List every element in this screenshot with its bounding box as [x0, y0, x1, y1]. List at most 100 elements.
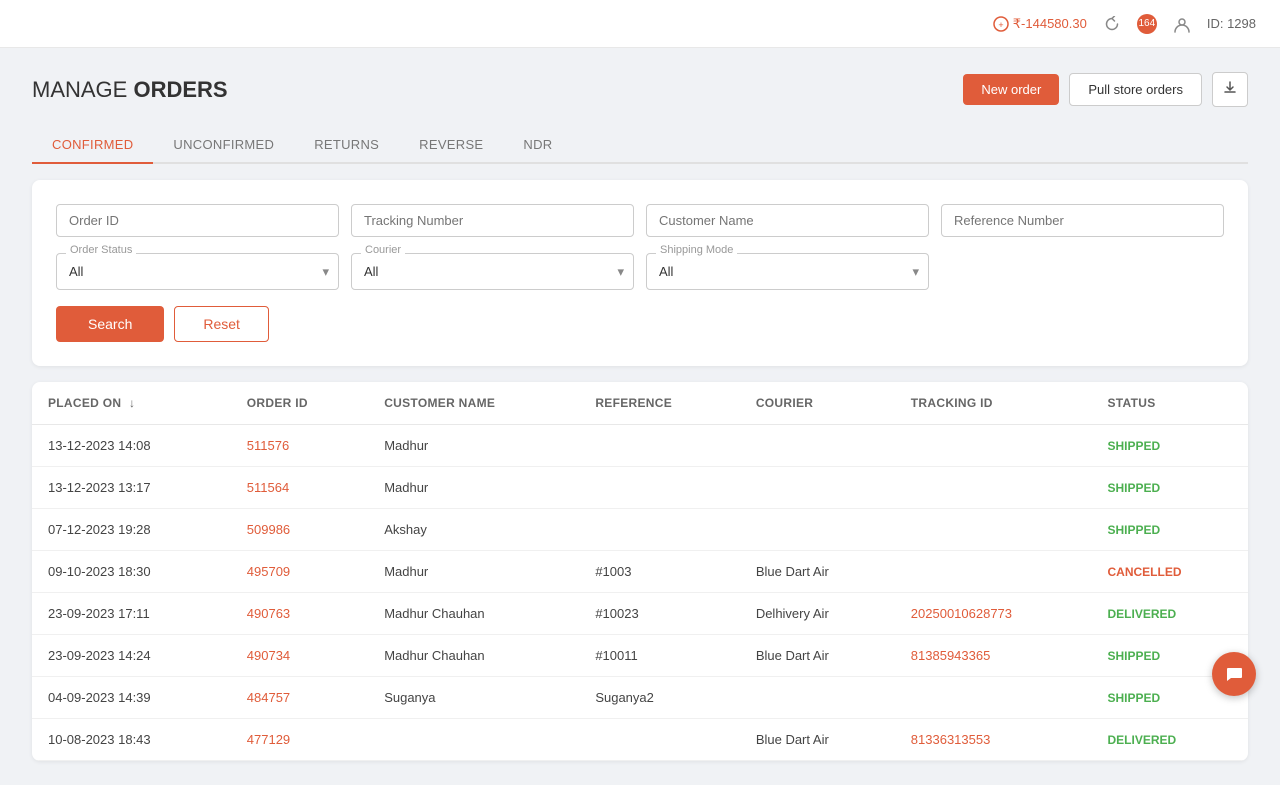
- cell-order-id[interactable]: 495709: [231, 551, 368, 593]
- cell-customer-name: Suganya: [368, 677, 579, 719]
- cell-customer-name: Madhur: [368, 467, 579, 509]
- cell-tracking-id: [895, 425, 1092, 467]
- order-status-select-wrap: Order Status All ▾: [56, 253, 339, 290]
- cell-placed-on: 23-09-2023 14:24: [32, 635, 231, 677]
- tab-unconfirmed[interactable]: UNCONFIRMED: [153, 127, 294, 164]
- chat-icon: [1224, 664, 1244, 684]
- user-avatar-icon[interactable]: [1173, 15, 1191, 33]
- cell-tracking-id[interactable]: 81336313553: [895, 719, 1092, 761]
- shipping-mode-select[interactable]: All: [646, 253, 929, 290]
- chat-bubble[interactable]: [1212, 652, 1256, 696]
- cell-status: DELIVERED: [1091, 719, 1248, 761]
- courier-select[interactable]: All: [351, 253, 634, 290]
- order-id-link[interactable]: 511564: [247, 480, 289, 495]
- courier-select-wrap: Courier All ▾: [351, 253, 634, 290]
- cell-order-id[interactable]: 477129: [231, 719, 368, 761]
- table-row: 10-08-2023 18:43477129Blue Dart Air81336…: [32, 719, 1248, 761]
- cell-courier: Blue Dart Air: [740, 551, 895, 593]
- cell-placed-on: 04-09-2023 14:39: [32, 677, 231, 719]
- status-badge: SHIPPED: [1107, 439, 1160, 453]
- page-header: MANAGE ORDERS New order Pull store order…: [32, 72, 1248, 107]
- page-title: MANAGE ORDERS: [32, 77, 228, 103]
- col-placed-on[interactable]: PLACED ON ↓: [32, 382, 231, 425]
- order-status-select[interactable]: All: [56, 253, 339, 290]
- status-badge: SHIPPED: [1107, 691, 1160, 705]
- cell-placed-on: 13-12-2023 14:08: [32, 425, 231, 467]
- refresh-icon[interactable]: [1103, 15, 1121, 33]
- table-row: 13-12-2023 14:08 511576 Madhur SHIPPED: [32, 425, 1248, 467]
- table-row: 07-12-2023 19:28509986AkshaySHIPPED: [32, 509, 1248, 551]
- cell-tracking-id[interactable]: 20250010628773: [895, 593, 1092, 635]
- cell-reference: [579, 425, 740, 467]
- tab-returns[interactable]: RETURNS: [294, 127, 399, 164]
- pull-store-button[interactable]: Pull store orders: [1069, 73, 1202, 106]
- courier-label: Courier: [361, 244, 405, 256]
- cell-customer-name: [368, 719, 579, 761]
- svg-text:+: +: [998, 20, 1003, 30]
- tabs-bar: CONFIRMED UNCONFIRMED RETURNS REVERSE ND…: [32, 127, 1248, 164]
- new-order-button[interactable]: New order: [963, 74, 1059, 105]
- table-row: 04-09-2023 14:39484757SuganyaSuganya2SHI…: [32, 677, 1248, 719]
- col-reference: REFERENCE: [579, 382, 740, 425]
- cell-tracking-id: [895, 551, 1092, 593]
- cell-reference: [579, 467, 740, 509]
- reset-button[interactable]: Reset: [174, 306, 269, 342]
- order-id-input[interactable]: [56, 204, 339, 237]
- cell-placed-on: 13-12-2023 13:17: [32, 467, 231, 509]
- cell-tracking-id[interactable]: 81385943365: [895, 635, 1092, 677]
- tab-reverse[interactable]: REVERSE: [399, 127, 503, 164]
- customer-name-input[interactable]: [646, 204, 929, 237]
- col-courier: COURIER: [740, 382, 895, 425]
- order-id-link[interactable]: 484757: [247, 690, 290, 705]
- shipping-mode-select-wrap: Shipping Mode All ▾: [646, 253, 929, 290]
- filter-card: Order Status All ▾ Courier All ▾ Shippin…: [32, 180, 1248, 366]
- order-id-link[interactable]: 490734: [247, 648, 290, 663]
- table-row: 23-09-2023 14:24 490734 Madhur Chauhan#100…: [32, 635, 1248, 677]
- cell-courier: [740, 677, 895, 719]
- col-tracking-id: TRACKING ID: [895, 382, 1092, 425]
- cell-placed-on: 07-12-2023 19:28: [32, 509, 231, 551]
- order-id-link[interactable]: 511576: [247, 438, 289, 453]
- cell-courier: [740, 425, 895, 467]
- cell-customer-name: Madhur: [368, 551, 579, 593]
- search-button[interactable]: Search: [56, 306, 164, 342]
- cell-reference: #10011: [579, 635, 740, 677]
- order-id-link[interactable]: 490763: [247, 606, 290, 621]
- topbar: + ₹-144580.30 164 ID: 1298: [0, 0, 1280, 48]
- user-id-display: ID: 1298: [1207, 16, 1256, 31]
- order-id-link[interactable]: 509986: [247, 522, 290, 537]
- cell-customer-name: Madhur: [368, 425, 579, 467]
- cell-order-id[interactable]: 490763: [231, 593, 368, 635]
- cell-order-id[interactable]: 511564: [231, 467, 368, 509]
- status-badge: CANCELLED: [1107, 565, 1181, 579]
- status-badge: SHIPPED: [1107, 523, 1160, 537]
- cell-tracking-id: [895, 509, 1092, 551]
- cell-customer-name: Madhur Chauhan: [368, 635, 579, 677]
- cell-courier: Delhivery Air: [740, 593, 895, 635]
- cell-courier: [740, 509, 895, 551]
- orders-table: PLACED ON ↓ ORDER ID CUSTOMER NAME REFER…: [32, 382, 1248, 761]
- col-customer-name: CUSTOMER NAME: [368, 382, 579, 425]
- cell-reference: [579, 509, 740, 551]
- cell-placed-on: 09-10-2023 18:30: [32, 551, 231, 593]
- reference-number-input[interactable]: [941, 204, 1224, 237]
- tracking-number-input[interactable]: [351, 204, 634, 237]
- cell-order-id[interactable]: 490734: [231, 635, 368, 677]
- cell-order-id[interactable]: 484757: [231, 677, 368, 719]
- status-badge: SHIPPED: [1107, 481, 1160, 495]
- tab-confirmed[interactable]: CONFIRMED: [32, 127, 153, 164]
- tab-ndr[interactable]: NDR: [503, 127, 572, 164]
- cell-order-id[interactable]: 511576: [231, 425, 368, 467]
- table-row: 13-12-2023 13:17 511564 Madhur SHIPPED: [32, 467, 1248, 509]
- cell-status: SHIPPED: [1091, 467, 1248, 509]
- header-actions: New order Pull store orders: [963, 72, 1248, 107]
- order-id-link[interactable]: 495709: [247, 564, 290, 579]
- cell-order-id[interactable]: 509986: [231, 509, 368, 551]
- notification-bell[interactable]: 164: [1137, 14, 1157, 34]
- cell-reference: [579, 719, 740, 761]
- order-id-link[interactable]: 477129: [247, 732, 290, 747]
- balance-icon: +: [993, 16, 1009, 32]
- download-button[interactable]: [1212, 72, 1248, 107]
- orders-table-wrap: PLACED ON ↓ ORDER ID CUSTOMER NAME REFER…: [32, 382, 1248, 761]
- cell-tracking-id: [895, 677, 1092, 719]
